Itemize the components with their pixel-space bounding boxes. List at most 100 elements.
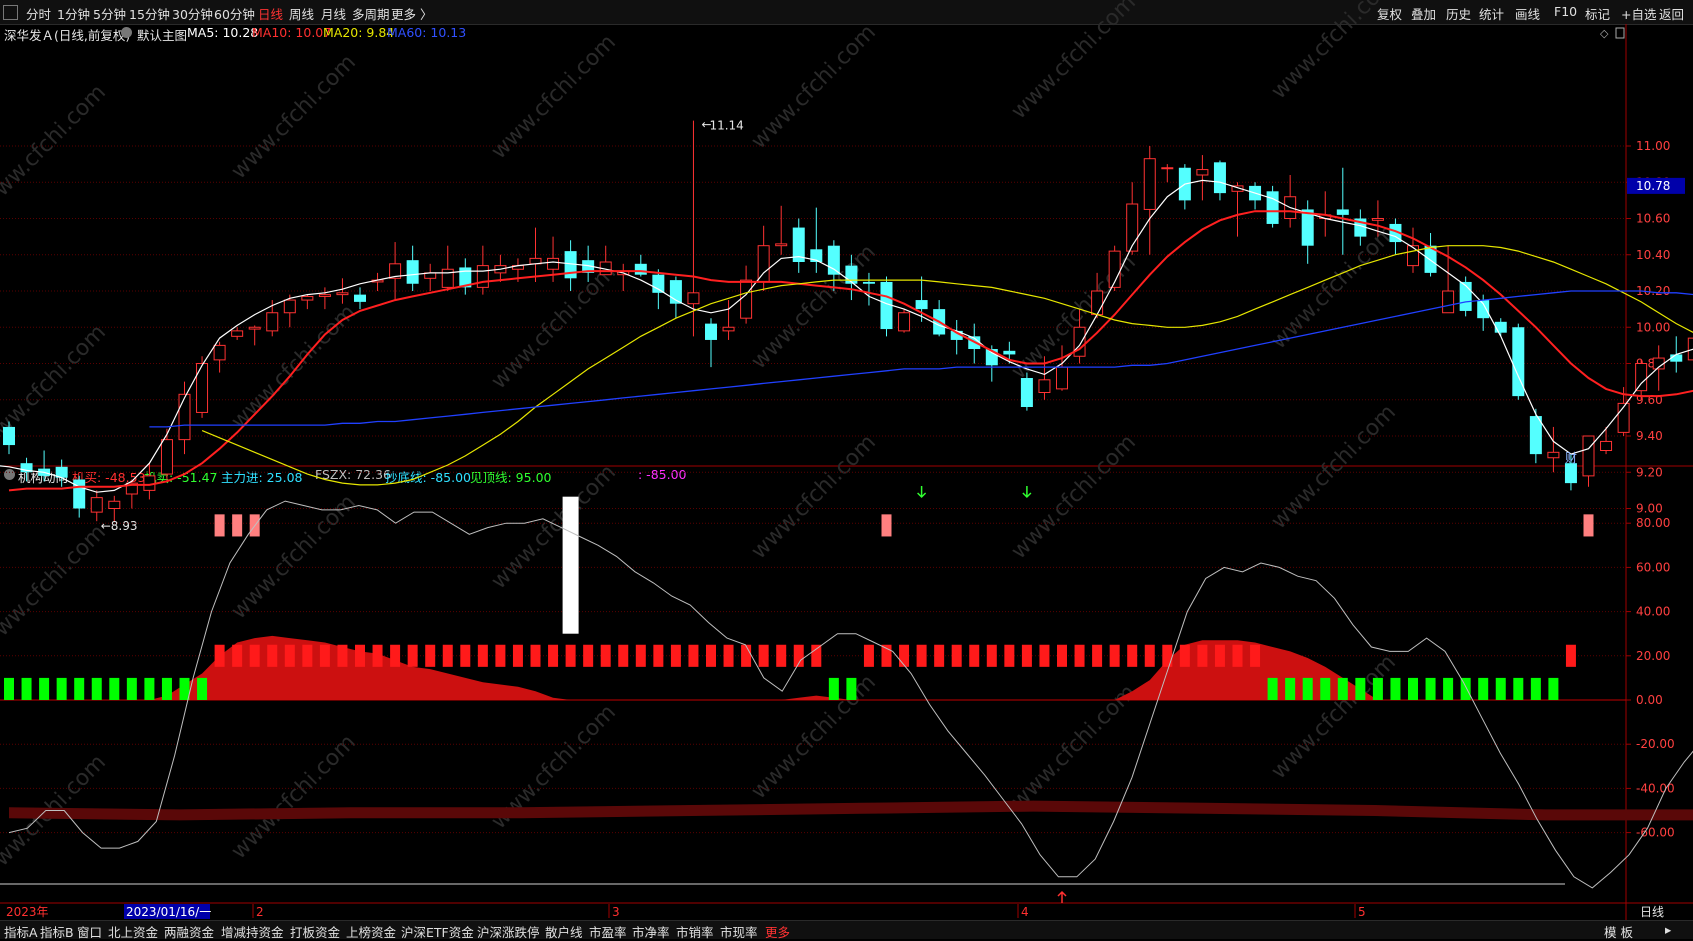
red-signal-bar (390, 644, 401, 667)
candle[interactable] (1600, 426, 1613, 455)
candle[interactable] (213, 341, 226, 373)
indicator-tab-1[interactable]: 指标B (40, 922, 74, 941)
candle[interactable] (898, 309, 911, 333)
candle[interactable] (1143, 146, 1156, 255)
candle[interactable] (1512, 323, 1525, 400)
candle[interactable] (1687, 327, 1693, 363)
candle[interactable] (687, 120, 700, 337)
indicator-y-tick-label: 40.00 (1636, 605, 1670, 619)
candle[interactable] (55, 459, 68, 487)
red-signal-bar (670, 644, 681, 667)
candle[interactable] (1249, 182, 1262, 210)
candle[interactable] (1056, 345, 1068, 391)
indicator-tabs-bar: 指标A 指标B 窗口 北上资金 两融资金 增减持资金 打板资金 上榜资金 沪深ETF资金 沪深涨跌… (0, 920, 1693, 941)
candle[interactable] (406, 245, 419, 291)
candle[interactable] (459, 258, 472, 295)
candle[interactable] (389, 242, 402, 301)
candle-body (266, 312, 279, 332)
candle-body (722, 326, 735, 332)
template-button[interactable]: 模 板 (1604, 922, 1633, 941)
indicator-tab-9[interactable]: 沪深涨跌停 (477, 922, 540, 941)
candle[interactable] (1108, 245, 1121, 291)
candle[interactable] (160, 428, 173, 482)
indicator-tab-15[interactable]: 更多 (765, 922, 790, 941)
candle[interactable] (1161, 164, 1174, 183)
red-signal-bar (635, 644, 646, 667)
indicator-tab-5[interactable]: 增减持资金 (221, 922, 284, 941)
candle[interactable] (1547, 426, 1560, 473)
indicator-tab-6[interactable]: 打板资金 (290, 922, 340, 941)
indicator-tab-4[interactable]: 两融资金 (164, 922, 214, 941)
candle[interactable] (1284, 175, 1297, 228)
green-signal-bar (91, 677, 102, 700)
candle[interactable] (1266, 185, 1279, 228)
candle[interactable] (862, 272, 875, 306)
x-year-label: 2023年 (6, 905, 49, 919)
indicator-tab-13[interactable]: 市销率 (676, 922, 714, 941)
main-y-tick-label: 10.60 (1636, 212, 1670, 226)
red-signal-bar (986, 644, 997, 667)
candle[interactable] (143, 463, 156, 500)
candle[interactable] (1231, 182, 1244, 237)
indicator-tab-10[interactable]: 散户线 (545, 922, 583, 941)
candle-body (1020, 378, 1033, 407)
red-signal-bar (688, 644, 699, 667)
candle[interactable] (1126, 182, 1139, 255)
red-signal-bar (232, 644, 243, 667)
candle[interactable] (1020, 372, 1033, 411)
red-signal-bar (583, 644, 594, 667)
red-signal-bar (951, 644, 962, 667)
indicator-y-tick-label: 20.00 (1636, 649, 1670, 663)
candle[interactable] (564, 240, 577, 291)
scroll-right-icon[interactable]: ▸ (1665, 922, 1671, 937)
candle[interactable] (1529, 408, 1542, 464)
chart-canvas[interactable]: www.cfchi.com www.cfchi.com www.cfchi.com w… (0, 0, 1693, 938)
candle[interactable] (371, 272, 384, 291)
candle[interactable] (178, 381, 191, 455)
candle[interactable] (792, 218, 805, 273)
main-y-tick-label: 11.00 (1636, 139, 1670, 153)
indicator-tab-11[interactable]: 市盈率 (589, 922, 627, 941)
indicator-tab-12[interactable]: 市净率 (632, 922, 670, 941)
indicator-tab-3[interactable]: 北上资金 (108, 922, 158, 941)
candle-body (1196, 169, 1209, 176)
white-signal-bar (562, 496, 579, 634)
candle[interactable] (1652, 345, 1665, 391)
candle[interactable] (950, 320, 963, 355)
candle[interactable] (231, 327, 244, 340)
red-signal-bar (1162, 644, 1173, 667)
indicator-tab-14[interactable]: 市现率 (720, 922, 758, 941)
candle[interactable] (1336, 167, 1349, 255)
candle[interactable] (880, 276, 893, 337)
candle[interactable] (441, 245, 454, 291)
green-signal-bar (1372, 677, 1383, 700)
cursor-date-label: 2023/01/16/一 (126, 905, 211, 919)
red-signal-bar (934, 644, 945, 667)
candle[interactable] (424, 263, 437, 291)
indicator-tab-8[interactable]: 沪深ETF资金 (401, 922, 474, 941)
buy-arrow-icon (1057, 890, 1067, 903)
candle[interactable] (634, 254, 647, 277)
candle[interactable] (1424, 233, 1437, 277)
candle[interactable] (810, 207, 823, 273)
green-signal-bar (126, 677, 137, 700)
indicator-tab-7[interactable]: 上榜资金 (346, 922, 396, 941)
candle[interactable] (301, 294, 314, 310)
watermark-text: www.cfchi.com (227, 730, 361, 864)
candle[interactable] (933, 300, 946, 337)
indicator-tab-2[interactable]: 窗口 (77, 922, 102, 941)
watermark-text: www.cfchi.com (0, 520, 111, 654)
candle[interactable] (73, 475, 86, 518)
candle[interactable] (90, 490, 103, 522)
candle[interactable] (248, 325, 261, 346)
indicator-tab-0[interactable]: 指标A (4, 922, 38, 941)
candle[interactable] (1213, 160, 1226, 201)
candle[interactable] (108, 495, 121, 522)
candle-body (283, 299, 296, 314)
candle[interactable] (775, 205, 788, 255)
candle[interactable] (705, 318, 717, 368)
indicator-y-tick-label: -20.00 (1636, 737, 1675, 751)
candle[interactable] (354, 287, 366, 310)
candle[interactable] (1196, 155, 1209, 201)
candle[interactable] (336, 278, 349, 304)
